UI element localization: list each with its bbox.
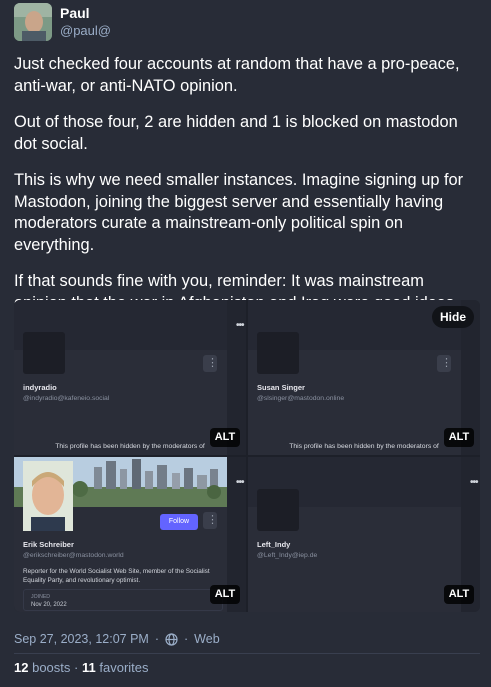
kebab-menu-icon — [203, 512, 218, 529]
avatar[interactable] — [14, 3, 52, 41]
display-name[interactable]: Paul — [60, 5, 90, 21]
profile-handle: @erikschreiber@mastodon.world — [23, 552, 124, 559]
profile-handle: @Left_Indy@iep.de — [257, 552, 318, 559]
kebab-menu-icon — [437, 355, 452, 372]
profile-avatar — [23, 461, 73, 531]
kebab-menu-icon — [203, 355, 218, 372]
profile-name: indyradio — [23, 383, 57, 392]
joined-box: JOINED Nov 20, 2022 — [23, 589, 223, 611]
separator: · — [154, 632, 159, 646]
more-icon: ••• — [236, 320, 244, 331]
profile-handle: @slsinger@mastodon.online — [257, 395, 345, 402]
alt-badge[interactable]: ALT — [444, 585, 474, 604]
paragraph: Out of those four, 2 are hidden and 1 is… — [14, 113, 458, 153]
follow-button: Follow — [160, 514, 198, 530]
profile-name: Susan Singer — [257, 383, 305, 392]
favorites-label[interactable]: favorites — [99, 660, 148, 675]
profile-avatar — [257, 332, 299, 374]
timestamp-link[interactable]: Sep 27, 2023, 12:07 PM — [14, 632, 149, 646]
profile-name: Erik Schreiber — [23, 540, 74, 549]
profile-avatar — [23, 332, 65, 374]
paragraph: This is why we need smaller instances. I… — [14, 171, 464, 254]
status-stats: 12 boosts · 11 favorites — [14, 660, 149, 675]
alt-badge[interactable]: ALT — [210, 428, 240, 447]
paragraph: Just checked four accounts at random tha… — [14, 55, 460, 95]
favorites-count[interactable]: 11 — [82, 660, 96, 675]
more-icon: ••• — [236, 477, 244, 488]
boosts-count[interactable]: 12 — [14, 660, 28, 675]
profile-avatar — [257, 489, 299, 531]
divider — [14, 653, 480, 654]
profile-name: Left_Indy — [257, 540, 291, 549]
profile-handle: @indyradio@kafeneio.social — [23, 395, 110, 402]
alt-badge[interactable]: ALT — [444, 428, 474, 447]
profile-bio: Reporter for the World Socialist Web Sit… — [23, 568, 210, 584]
hide-media-button[interactable]: Hide — [432, 306, 474, 328]
account-handle[interactable]: @paul@ — [60, 23, 111, 38]
media-gallery: ••• indyradio @indyradio@kafeneio.social… — [14, 300, 480, 612]
more-icon: ••• — [470, 477, 478, 488]
separator: · — [184, 632, 189, 646]
joined-label: JOINED — [31, 594, 51, 600]
separator: · — [74, 660, 79, 675]
client-name: Web — [194, 632, 220, 646]
status-meta: Sep 27, 2023, 12:07 PM · · Web — [14, 632, 220, 646]
status-post: Paul @paul@ Just checked four accounts a… — [0, 0, 491, 687]
alt-badge[interactable]: ALT — [210, 585, 240, 604]
joined-date: Nov 20, 2022 — [31, 602, 67, 608]
boosts-label[interactable]: boosts — [32, 660, 70, 675]
globe-icon — [165, 632, 178, 646]
